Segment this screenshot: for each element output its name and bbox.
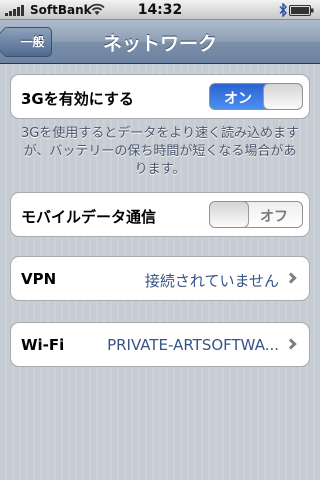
switch-off-text: オフ [260,209,288,225]
switch-knob [210,202,249,227]
chevron-right-icon [285,338,297,350]
wifi-label: Wi-Fi [21,336,65,354]
3g-footnote: 3Gを使用するとデータをより速く読み込めますが、バッテリーの保ち時間が短くなる場… [20,126,300,177]
setting-cellular-data: モバイルデータ通信 オフ [10,192,310,237]
bluetooth-icon [279,3,287,17]
vpn-label: VPN [21,270,57,288]
cellular-data-switch[interactable]: オフ [209,201,303,228]
switch-on-text: オン [224,91,252,107]
setting-enable-3g: 3Gを有効にする オン [10,74,310,119]
setting-vpn[interactable]: VPN 接続されていません [10,256,310,301]
page-title: ネットワーク [102,33,217,55]
cellular-data-label: モバイルデータ通信 [21,208,157,226]
back-button[interactable]: 一般 [6,27,52,57]
battery-icon [289,5,314,16]
enable-3g-label: 3Gを有効にする [21,90,134,108]
vpn-status: 接続されていません [144,272,279,290]
enable-3g-switch[interactable]: オン [209,83,303,110]
switch-knob [263,84,302,109]
status-time: 14:32 [137,2,183,18]
setting-wifi[interactable]: Wi-Fi PRIVATE-ARTSOFTWA... [10,322,310,367]
status-bar: SoftBank 14:32 [0,0,320,20]
chevron-right-icon [285,272,297,284]
wifi-network-name: PRIVATE-ARTSOFTWA... [107,336,279,354]
back-button-label: 一般 [20,35,45,49]
